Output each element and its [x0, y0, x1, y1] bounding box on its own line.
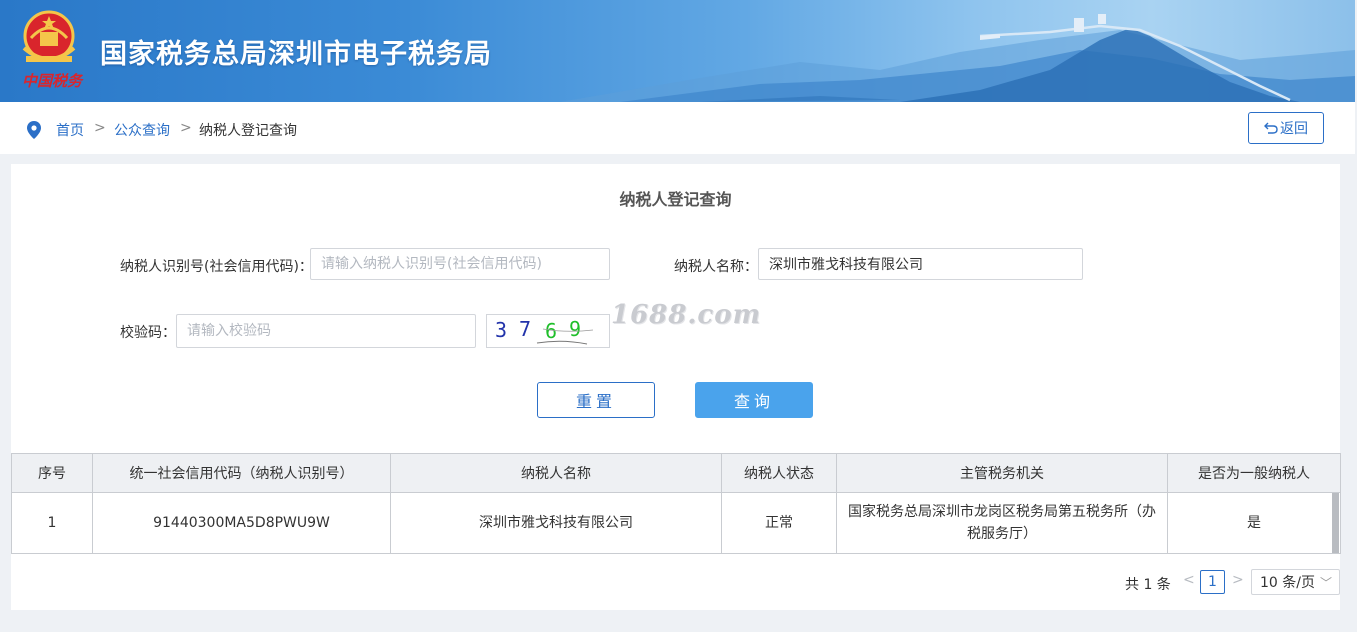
captcha-input[interactable]: [176, 314, 476, 348]
watermark: 1688.com: [611, 300, 762, 330]
back-button[interactable]: 返回: [1248, 112, 1324, 144]
pagination-prev-button[interactable]: <: [1183, 572, 1195, 588]
page-size-value: 10 条/页: [1260, 575, 1315, 591]
page-title: 纳税人登记查询: [619, 190, 732, 209]
results-table: 序号 统一社会信用代码（纳税人识别号） 纳税人名称 纳税人状态 主管税务机关 是…: [11, 453, 1341, 554]
captcha-image[interactable]: 3 7 6 9: [486, 314, 610, 348]
breadcrumb-current: 纳税人登记查询: [199, 123, 297, 139]
captcha-digit: 6: [545, 319, 557, 343]
column-header: 纳税人状态: [721, 453, 837, 493]
taxpayer-name-input[interactable]: [758, 248, 1083, 280]
tax-emblem-logo: 中国税务: [16, 8, 82, 94]
query-button[interactable]: 查询: [695, 382, 813, 418]
column-header: 纳税人名称: [390, 453, 722, 493]
column-header: 统一社会信用代码（纳税人识别号）: [92, 453, 391, 493]
table-cell: 是: [1167, 492, 1341, 554]
table-cell: 1: [11, 492, 93, 554]
captcha-digit: 9: [569, 317, 581, 341]
table-row[interactable]: 1 91440300MA5D8PWU9W 深圳市雅戈科技有限公司 正常 国家税务…: [11, 492, 1341, 554]
query-panel: 纳税人登记查询 纳税人识别号(社会信用代码)： 纳税人名称： 校验码： 3 7 …: [11, 164, 1341, 610]
page-size-select[interactable]: 10 条/页 ﹀: [1251, 569, 1340, 595]
column-header: 主管税务机关: [836, 453, 1168, 493]
emblem-text: 中国税务: [22, 72, 83, 90]
pagination-total: 共 1 条: [1125, 577, 1171, 593]
table-cell: 国家税务总局深圳市龙岗区税务局第五税务所（办税服务厅）: [836, 492, 1168, 554]
column-header: 序号: [11, 453, 93, 493]
table-scrollbar[interactable]: [1332, 493, 1339, 553]
chevron-down-icon: ﹀: [1319, 576, 1332, 590]
breadcrumb-home-link[interactable]: 首页: [56, 120, 84, 140]
pagination-page-current[interactable]: 1: [1200, 570, 1225, 594]
taxpayer-id-label: 纳税人识别号(社会信用代码)：: [120, 259, 313, 275]
breadcrumb-separator: >: [94, 120, 106, 136]
table-cell: 深圳市雅戈科技有限公司: [390, 492, 722, 554]
table-header-row: 序号 统一社会信用代码（纳税人识别号） 纳税人名称 纳税人状态 主管税务机关 是…: [11, 453, 1341, 493]
captcha-digit: 3: [495, 318, 507, 342]
table-cell: 正常: [721, 492, 837, 554]
captcha-digit: 7: [519, 317, 531, 341]
table-cell: 91440300MA5D8PWU9W: [92, 492, 391, 554]
site-title: 国家税务总局深圳市电子税务局: [100, 39, 492, 70]
taxpayer-name-label: 纳税人名称：: [674, 259, 758, 275]
breadcrumb-public-query-link[interactable]: 公众查询: [114, 120, 170, 140]
captcha-label: 校验码：: [120, 325, 176, 341]
reset-button[interactable]: 重置: [537, 382, 655, 418]
back-button-label: 返回: [1280, 121, 1308, 137]
column-header: 是否为一般纳税人: [1167, 453, 1341, 493]
breadcrumb-separator: >: [180, 120, 192, 136]
location-pin-icon: [27, 121, 41, 139]
header-banner: 中国税务 国家税务总局深圳市电子税务局: [0, 0, 1355, 102]
breadcrumb: 首页 > 公众查询 > 纳税人登记查询 返回: [0, 102, 1355, 154]
pagination-next-button[interactable]: >: [1232, 572, 1244, 588]
return-arrow-icon: [1264, 122, 1278, 134]
taxpayer-id-input[interactable]: [310, 248, 610, 280]
